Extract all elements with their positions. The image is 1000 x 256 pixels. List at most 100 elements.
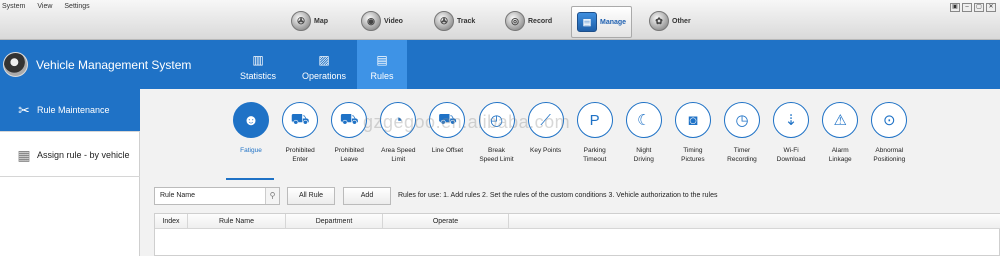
rule-type-alarm[interactable]: ⚠ Alarm Linkage: [815, 102, 865, 164]
active-rule-indicator: [226, 178, 274, 180]
rules-icon: ▤: [376, 53, 388, 67]
rule-type-label: Key Points: [530, 146, 561, 155]
column-header-department[interactable]: Department: [286, 214, 383, 229]
parking-timeout-icon: P: [576, 102, 613, 138]
rule-type-label: Prohibited Leave: [335, 146, 364, 164]
rule-type-label-line2: Positioning: [873, 156, 906, 163]
rule-type-label: Prohibited Enter: [285, 146, 314, 164]
close-icon[interactable]: ✕: [986, 3, 996, 12]
rule-type-label-line2: Speed Limit: [479, 156, 514, 163]
app-title: Vehicle Management System: [36, 58, 192, 72]
sidebar-item-rule-maintenance[interactable]: ✂ Rule Maintenance: [0, 89, 140, 132]
all-rule-button[interactable]: All Rule: [287, 187, 335, 205]
nav-record-button[interactable]: ◎ Record: [505, 7, 552, 35]
maximize-icon[interactable]: ▢: [974, 3, 984, 12]
rule-type-key-points[interactable]: ⟋ Key Points: [521, 102, 571, 155]
rule-type-label-line1: Line Offset: [431, 147, 464, 154]
other-icon: ✿: [649, 11, 669, 31]
rule-type-label-line1: Fatigue: [240, 147, 262, 154]
rule-type-prohibited-enter[interactable]: ⛟ Prohibited Enter: [275, 102, 325, 164]
menu-bar: System View Settings: [2, 3, 90, 10]
rules-table: Index Rule Name Department Operate: [154, 213, 1000, 256]
rule-type-label-line2: Leave: [340, 156, 359, 163]
rule-type-line-offset[interactable]: ⛟ Line Offset: [422, 102, 472, 155]
bar-chart-icon: ▥: [252, 53, 264, 67]
add-button[interactable]: Add: [343, 187, 391, 205]
app-logo: [3, 52, 28, 77]
record-icon: ◎: [505, 11, 525, 31]
rule-type-prohibited-leave[interactable]: ⛟ Prohibited Leave: [324, 102, 374, 164]
rule-type-label-line1: Break: [488, 147, 505, 154]
fatigue-icon: ☻: [233, 102, 269, 138]
rule-type-label-line1: Area Speed: [381, 147, 416, 154]
search-input-value: Rule Name: [160, 192, 196, 199]
rule-type-timer[interactable]: ◷ Timer Recording: [717, 102, 767, 164]
rule-type-fatigue[interactable]: ☻ Fatigue: [226, 102, 276, 155]
nav-map-button[interactable]: ✇ Map: [291, 7, 328, 35]
prohibited-enter-icon: ⛟: [282, 102, 319, 138]
rule-type-label: Wi-Fi Download: [777, 146, 806, 164]
rule-type-wifi-download[interactable]: ⇣ Wi-Fi Download: [766, 102, 816, 164]
rule-type-label: Night Driving: [634, 146, 654, 164]
tab-rules[interactable]: ▤ Rules: [357, 40, 407, 89]
app-header: Vehicle Management System ▥ Statistics ▨…: [0, 40, 1000, 89]
rule-type-label-line2: Recording: [727, 156, 757, 163]
rule-type-label: Abnormal Positioning: [873, 146, 905, 164]
column-header-operate[interactable]: Operate: [383, 214, 509, 229]
menu-settings[interactable]: Settings: [64, 3, 89, 10]
rule-type-label-line2: Enter: [292, 156, 308, 163]
wifi-download-icon: ⇣: [773, 102, 810, 138]
tools-icon: ✂: [18, 101, 30, 118]
rule-type-camera[interactable]: ◙ Timing Pictures: [668, 102, 718, 164]
rule-type-label-line2: Linkage: [828, 156, 852, 163]
abnormal-position-icon: ⊙: [871, 102, 908, 138]
rule-type-area-speed[interactable]: ◔ Area Speed Limit: [373, 102, 423, 164]
tab-rules-label: Rules: [370, 71, 394, 81]
rule-type-speed-limit[interactable]: ◴ Break Speed Limit: [472, 102, 522, 164]
column-header-index[interactable]: Index: [155, 214, 188, 229]
search-input[interactable]: Rule Name ⚲: [154, 187, 280, 205]
nav-manage-button[interactable]: ▤ Manage: [571, 6, 633, 38]
rule-type-label: Break Speed Limit: [479, 146, 513, 164]
rule-type-label: Parking Timeout: [583, 146, 606, 164]
nav-other-button[interactable]: ✿ Other: [649, 7, 691, 35]
rule-type-label-line2: Pictures: [681, 156, 705, 163]
manage-icon: ▤: [577, 12, 597, 32]
nav-video-label: Video: [384, 17, 403, 25]
rule-type-label: Timer Recording: [727, 146, 757, 164]
menu-system[interactable]: System: [2, 3, 25, 10]
key-points-icon: ⟋: [527, 102, 564, 138]
rules-info-text: Rules for use: 1. Add rules 2. Set the r…: [398, 192, 718, 199]
column-header-rule-name[interactable]: Rule Name: [188, 214, 286, 229]
sidebar-item-assign-rule[interactable]: ▦ Assign rule - by vehicle: [0, 134, 140, 177]
rule-type-label: Fatigue: [240, 146, 262, 155]
map-icon: ✇: [291, 11, 311, 31]
rule-type-label: Area Speed Limit: [381, 146, 415, 164]
minimize-icon[interactable]: –: [962, 3, 972, 12]
top-toolbar: System View Settings ✇ Map ◉ Video ✇ Tra…: [0, 0, 1000, 40]
tab-statistics-label: Statistics: [239, 71, 276, 81]
tab-operations-label: Operations: [301, 71, 347, 81]
rule-type-label-line2: Download: [776, 156, 806, 163]
rule-type-night-driving[interactable]: ☾ Night Driving: [619, 102, 669, 164]
search-icon[interactable]: ⚲: [265, 188, 279, 204]
timer-icon: ◷: [724, 102, 760, 138]
rule-type-label-line2: Limit: [391, 156, 406, 163]
rule-type-label-line1: Timer: [733, 147, 751, 154]
nav-record-label: Record: [528, 17, 553, 25]
nav-manage-label: Manage: [600, 18, 627, 26]
rule-type-parking-timeout[interactable]: P Parking Timeout: [570, 102, 620, 164]
tab-statistics[interactable]: ▥ Statistics: [228, 40, 288, 89]
restore-icon[interactable]: ▣: [950, 3, 960, 12]
nav-track-button[interactable]: ✇ Track: [434, 7, 475, 35]
rule-type-label-line1: Wi-Fi: [783, 147, 799, 154]
rule-controls: Rule Name ⚲ All Rule Add Rules for use: …: [141, 181, 1000, 211]
prohibited-leave-icon: ⛟: [331, 102, 368, 138]
speed-limit-icon: ◴: [478, 102, 515, 138]
tab-operations[interactable]: ▨ Operations: [292, 40, 356, 89]
menu-view[interactable]: View: [37, 3, 52, 10]
nav-video-button[interactable]: ◉ Video: [361, 7, 403, 35]
rule-type-abnormal-position[interactable]: ⊙ Abnormal Positioning: [864, 102, 914, 164]
rule-type-label-line1: Parking: [583, 147, 606, 154]
rule-type-label-line1: Key Points: [530, 147, 562, 154]
